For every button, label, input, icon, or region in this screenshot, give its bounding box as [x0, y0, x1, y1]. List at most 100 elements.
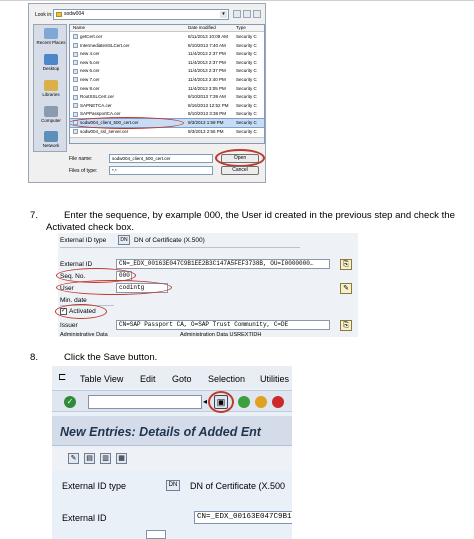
copy-icon[interactable]: ▥ [100, 453, 111, 464]
menu-edit[interactable]: Edit [140, 374, 156, 384]
chevron-down-icon: ▾ [220, 11, 227, 18]
sap-window: ⊏ Table View Edit Goto Selection Utiliti… [52, 366, 292, 539]
file-row[interactable]: getCert.cer 8/11/2013 10:09 AM Security C [70, 33, 264, 41]
step-8-text: Click the Save button. [64, 352, 158, 363]
command-field[interactable] [88, 395, 202, 409]
file-row[interactable]: IntermediateSSLCert.cer 8/10/2013 7:40 AM… [70, 42, 264, 50]
file-row[interactable]: RootSSLCert.cer 8/10/2013 7:39 AM Security… [70, 93, 264, 101]
external-id-form: External ID type DN DN of Certificate (X… [55, 233, 358, 338]
title-bar: New Entries: Details of Added Ent [52, 416, 292, 446]
look-in-dropdown[interactable]: sodw004 ▾ [53, 9, 229, 20]
files-of-type-label: Files of type: [69, 168, 98, 174]
seq-no-input[interactable] [146, 530, 166, 539]
file-row[interactable]: new 6.cer 11/4/2013 2:37 PM Security C [70, 67, 264, 75]
view-menu-icon[interactable] [253, 10, 261, 18]
external-id-type-label: External ID type [60, 237, 107, 244]
cancel-button[interactable]: Cancel [221, 166, 259, 175]
file-row[interactable]: SAPNETCA.cer 8/16/2013 12:52 PM Security C [70, 102, 264, 110]
exit-icon[interactable] [255, 396, 267, 408]
back-icon[interactable] [238, 396, 250, 408]
file-date: 8/11/2013 10:09 AM [188, 34, 228, 39]
certificate-file-icon [73, 34, 78, 40]
place-network[interactable]: Network [34, 131, 68, 148]
dn-badge[interactable]: DN [166, 480, 180, 491]
enter-check-icon[interactable]: ✓ [64, 396, 76, 408]
cancel-icon[interactable] [272, 396, 284, 408]
recent-places-icon [44, 28, 58, 39]
application-toolbar: ✎ ▤ ▥ ▦ [52, 448, 292, 470]
column-date[interactable]: Date modified [188, 25, 216, 30]
dn-description: DN of Certificate (X.500 [190, 481, 286, 491]
desktop-icon [44, 54, 58, 65]
files-of-type-select[interactable]: *.* [109, 166, 213, 175]
external-id-label: External ID [60, 261, 93, 268]
place-desktop[interactable]: Desktop [34, 54, 68, 71]
back-icon[interactable] [233, 10, 241, 18]
horizontal-scrollbar[interactable] [70, 137, 264, 143]
certificate-file-icon [73, 60, 78, 66]
place-libraries[interactable]: Libraries [34, 80, 68, 97]
file-row[interactable]: new 8.cer 11/4/2013 3:05 PM Security C [70, 85, 264, 93]
place-recent[interactable]: Recent Places [34, 28, 68, 45]
command-history-icon[interactable]: ◂ [203, 397, 207, 406]
file-type: Security C [236, 128, 257, 134]
menu-table-view[interactable]: Table View [80, 374, 123, 384]
certificate-icon[interactable]: ⎘ [340, 259, 352, 270]
certificate-file-icon [73, 51, 78, 57]
edit-pencil-icon[interactable]: ✎ [340, 283, 352, 294]
page-title: New Entries: Details of Added Ent [60, 425, 261, 439]
divider [60, 247, 300, 248]
highlight-oval-activated [55, 304, 107, 319]
look-in-label: Look in: [35, 12, 53, 18]
file-row[interactable]: sodw004_ssl_server.cer 9/3/2013 2:55 PM Se… [70, 128, 264, 136]
certificate-file-icon [73, 128, 78, 134]
step-8-number: 8. [30, 352, 39, 363]
file-row[interactable]: new 7.cer 11/4/2013 2:40 PM Security C [70, 76, 264, 84]
file-date: 9/3/2013 1:59 PM [188, 120, 224, 125]
menu-goto[interactable]: Goto [172, 374, 192, 384]
menu-utilities[interactable]: Utilities [260, 374, 289, 384]
file-name: SAPNETCA.cer [73, 102, 185, 110]
up-folder-icon[interactable] [243, 10, 251, 18]
place-computer[interactable]: Computer [34, 106, 68, 123]
file-row[interactable]: new 5.cer 11/4/2013 2:37 PM Security C [70, 59, 264, 67]
folder-icon [56, 12, 62, 17]
page-top-rule [0, 0, 474, 1]
external-id-input[interactable]: CN=_EDX_00163E047C9B1EE2B3C [194, 511, 292, 524]
file-name-input[interactable]: sodw004_client_500_cert.cer [109, 154, 213, 163]
menu-exit-icon[interactable]: ⊏ [58, 372, 66, 383]
file-list-header: Name Date modified Type [70, 25, 264, 32]
file-date: 8/10/2013 7:39 AM [188, 94, 226, 100]
file-date: 8/16/2013 12:52 PM [188, 102, 229, 108]
places-bar: Recent Places Desktop Libraries Computer… [33, 24, 67, 152]
external-id-input[interactable]: CN=_EDX_00163E047C9B1EE2B3C147A5FEF3738B… [116, 259, 330, 269]
menu-selection[interactable]: Selection [208, 374, 245, 384]
external-id-type-label: External ID type [62, 481, 127, 491]
certificate-icon[interactable]: ⎘ [340, 320, 352, 331]
issuer-input[interactable]: CN=SAP Passport CA, O=SAP Trust Communit… [116, 320, 330, 330]
file-date: 11/4/2013 2:37 PM [188, 51, 226, 57]
display-change-icon[interactable]: ✎ [68, 453, 79, 464]
file-name: IntermediateSSLCert.cer [73, 42, 185, 50]
column-type[interactable]: Type [236, 25, 246, 30]
file-type: Security C [236, 59, 257, 65]
file-date: 11/4/2013 2:37 PM [188, 68, 226, 74]
file-name: new 6.cer [73, 67, 185, 75]
file-type: Security C [236, 120, 257, 125]
new-entries-icon[interactable]: ▤ [84, 453, 95, 464]
file-list[interactable]: Name Date modified Type getCert.cer 8/11/… [69, 24, 265, 144]
open-file-dialog: Look in: sodw004 ▾ Recent Places Desktop… [28, 3, 266, 183]
highlight-oval-save [208, 391, 234, 413]
admin-data-label-2: Administration Data USREXTIDH [180, 332, 262, 338]
dn-badge[interactable]: DN [118, 235, 130, 245]
file-type: Security C [236, 94, 257, 100]
file-row[interactable]: new 4.cer 11/4/2013 2:37 PM Security C [70, 50, 264, 58]
file-date: 8/10/2013 7:40 AM [188, 42, 226, 48]
delete-icon[interactable]: ▦ [116, 453, 127, 464]
file-type: Security C [236, 42, 257, 48]
issuer-label: Issuer [60, 322, 78, 329]
file-date: 11/4/2013 2:40 PM [188, 77, 226, 82]
column-name[interactable]: Name [73, 25, 85, 30]
libraries-icon [44, 80, 58, 91]
file-name-label: File name: [69, 156, 93, 162]
